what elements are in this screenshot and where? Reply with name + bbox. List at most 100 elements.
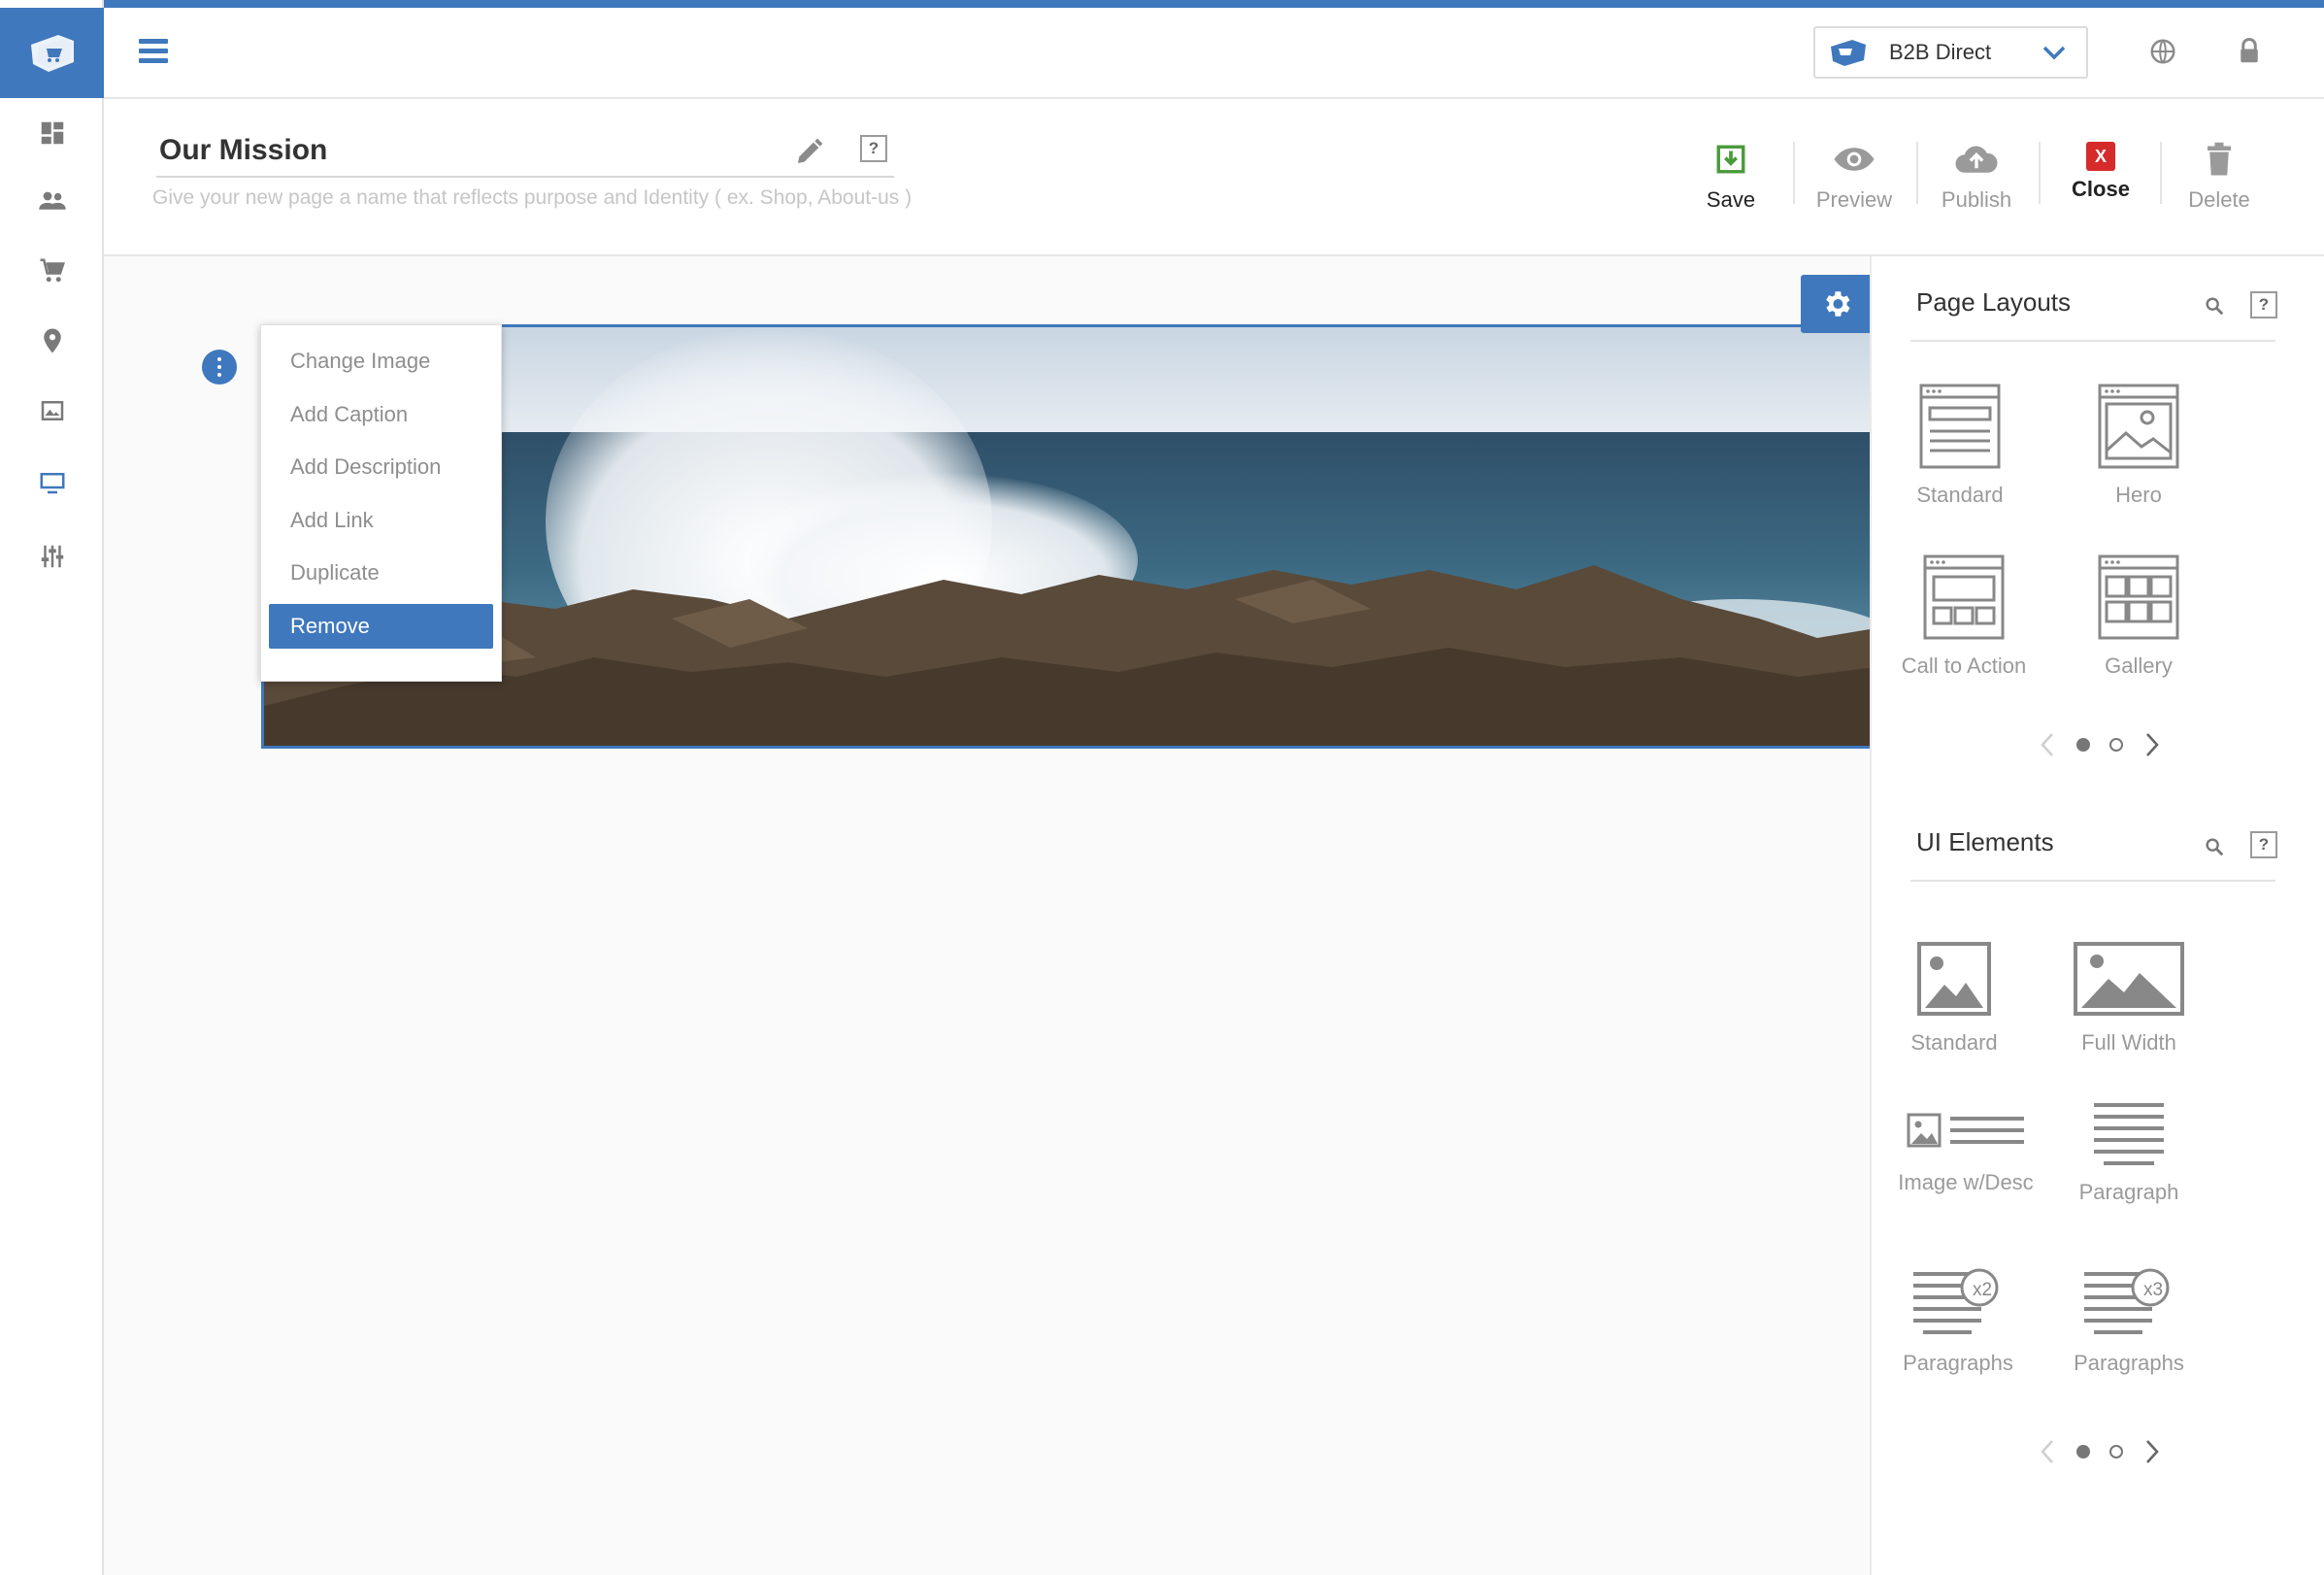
full-width-image-icon xyxy=(2074,942,2184,1016)
delete-label: Delete xyxy=(2188,187,2250,212)
action-separator xyxy=(2160,142,2162,204)
page-layouts-title: Page Layouts xyxy=(1916,287,2072,317)
save-label: Save xyxy=(1706,187,1756,212)
chevron-left-icon[interactable] xyxy=(2039,732,2056,757)
left-nav-rail xyxy=(0,0,104,1575)
page-layouts-help-button[interactable]: ? xyxy=(2250,291,2277,318)
chevron-right-icon[interactable] xyxy=(2143,732,2161,757)
ui-elements-help-button[interactable]: ? xyxy=(2250,831,2277,858)
layout-gallery-tile[interactable]: Gallery xyxy=(2056,553,2221,679)
layout-hero-tile[interactable]: Hero xyxy=(2056,383,2221,508)
people-icon[interactable] xyxy=(0,177,104,225)
delete-button[interactable]: Delete xyxy=(2166,142,2273,213)
app-logo[interactable] xyxy=(0,8,104,98)
globe-icon[interactable] xyxy=(2148,37,2177,66)
chevron-right-icon[interactable] xyxy=(2143,1439,2161,1464)
close-icon: X xyxy=(2086,142,2115,171)
section-divider xyxy=(1910,340,2275,342)
close-label: Close xyxy=(2072,177,2130,201)
element-paragraph-tile[interactable]: Paragraph xyxy=(2046,1099,2211,1205)
section-divider xyxy=(1910,880,2275,882)
element-standard-image-tile[interactable]: Standard xyxy=(1872,940,2037,1056)
change-image-menu-item[interactable]: Change Image xyxy=(261,335,501,388)
image-with-description-icon xyxy=(1907,1113,2024,1148)
add-description-menu-item[interactable]: Add Description xyxy=(261,441,501,494)
save-icon xyxy=(1716,145,1745,174)
action-separator xyxy=(1793,142,1795,204)
more-options-icon[interactable] xyxy=(202,350,237,385)
shopping-tag-logo-icon xyxy=(30,34,74,72)
page-title[interactable]: Our Mission xyxy=(159,134,327,167)
cart-icon[interactable] xyxy=(0,247,104,295)
standard-image-icon xyxy=(1917,942,1991,1016)
close-button[interactable]: X Close xyxy=(2047,142,2154,202)
pager-dot[interactable] xyxy=(2109,738,2123,752)
layout-gallery-label: Gallery xyxy=(2105,653,2173,678)
element-standard-label: Standard xyxy=(1910,1030,1998,1055)
top-accent-bar xyxy=(0,0,2324,8)
duplicate-menu-item[interactable]: Duplicate xyxy=(261,547,501,600)
store-name: B2B Direct xyxy=(1889,40,1992,64)
element-image-desc-label: Image w/Desc xyxy=(1898,1170,2034,1194)
image-context-menu: Change Image Add Caption Add Description… xyxy=(260,324,502,682)
page-title-bar: Our Mission ? Give your new page a name … xyxy=(104,99,2324,256)
element-image-desc-tile[interactable]: Image w/Desc xyxy=(1883,1109,2048,1195)
chevron-left-icon[interactable] xyxy=(2039,1439,2056,1464)
title-help-button[interactable]: ? xyxy=(860,135,887,162)
paragraphs-x2-icon xyxy=(1913,1268,1999,1334)
layout-call-to-action-label: Call to Action xyxy=(1901,653,2027,678)
lock-icon[interactable] xyxy=(2235,37,2264,66)
pencil-icon[interactable] xyxy=(794,136,825,167)
search-icon[interactable] xyxy=(2204,836,2225,857)
store-tag-icon xyxy=(1831,40,1866,66)
hamburger-menu-icon[interactable] xyxy=(139,39,168,66)
publish-button[interactable]: Publish xyxy=(1923,142,2030,213)
element-paragraphs-x3-label: Paragraphs xyxy=(2074,1351,2184,1375)
desktop-icon[interactable] xyxy=(0,458,104,507)
location-pin-icon[interactable] xyxy=(0,317,104,365)
element-paragraphs-x2-label: Paragraphs xyxy=(1903,1351,2013,1375)
save-button[interactable]: Save xyxy=(1677,142,1784,213)
layout-hero-label: Hero xyxy=(2115,483,2162,507)
ui-elements-pager xyxy=(1872,1437,2324,1466)
chevron-down-icon[interactable] xyxy=(2042,42,2067,63)
dashboard-icon[interactable] xyxy=(0,109,104,157)
pager-dot-active[interactable] xyxy=(2076,738,2090,752)
layout-standard-tile[interactable]: Standard xyxy=(1877,383,2042,508)
element-full-width-tile[interactable]: Full Width xyxy=(2046,940,2211,1056)
paragraphs-x3-icon xyxy=(2084,1268,2170,1334)
eye-icon xyxy=(1834,148,1875,171)
add-caption-menu-item[interactable]: Add Caption xyxy=(261,388,501,442)
page-layouts-pager xyxy=(1872,730,2324,759)
title-underline xyxy=(156,176,894,178)
trash-icon xyxy=(2208,142,2231,176)
image-icon[interactable] xyxy=(0,386,104,435)
search-icon[interactable] xyxy=(2204,295,2225,317)
layout-call-to-action-tile[interactable]: Call to Action xyxy=(1881,553,2046,679)
element-paragraphs-x2-tile[interactable]: x2 Paragraphs xyxy=(1876,1266,2041,1376)
gear-icon xyxy=(1825,291,1850,317)
hero-layout-icon xyxy=(2098,384,2179,469)
element-paragraphs-x3-tile[interactable]: x3 Paragraphs xyxy=(2046,1266,2211,1376)
pager-dot[interactable] xyxy=(2109,1445,2123,1458)
x3-badge: x3 xyxy=(2143,1280,2164,1300)
preview-button[interactable]: Preview xyxy=(1801,142,1908,213)
layout-standard-label: Standard xyxy=(1916,483,2004,507)
pager-dot-active[interactable] xyxy=(2076,1445,2090,1458)
settings-gear-button[interactable] xyxy=(1801,275,1872,333)
title-hint: Give your new page a name that reflects … xyxy=(152,186,913,209)
publish-label: Publish xyxy=(1941,187,2012,212)
ocean-wave-rocks-image xyxy=(264,327,1870,746)
call-to-action-layout-icon xyxy=(1923,554,2005,640)
components-panel: Page Layouts ? Standard Hero Call to Act… xyxy=(1870,256,2324,1575)
store-selector[interactable]: B2B Direct xyxy=(1813,26,2088,79)
remove-menu-item[interactable]: Remove xyxy=(269,603,493,649)
action-separator xyxy=(1916,142,1918,204)
element-full-width-label: Full Width xyxy=(2081,1030,2176,1055)
action-separator xyxy=(2039,142,2041,204)
hero-banner-image[interactable] xyxy=(261,324,1873,749)
sliders-icon[interactable] xyxy=(0,532,104,581)
paragraph-icon xyxy=(2094,1103,2164,1165)
add-link-menu-item[interactable]: Add Link xyxy=(261,494,501,548)
top-header: B2B Direct xyxy=(104,8,2324,99)
